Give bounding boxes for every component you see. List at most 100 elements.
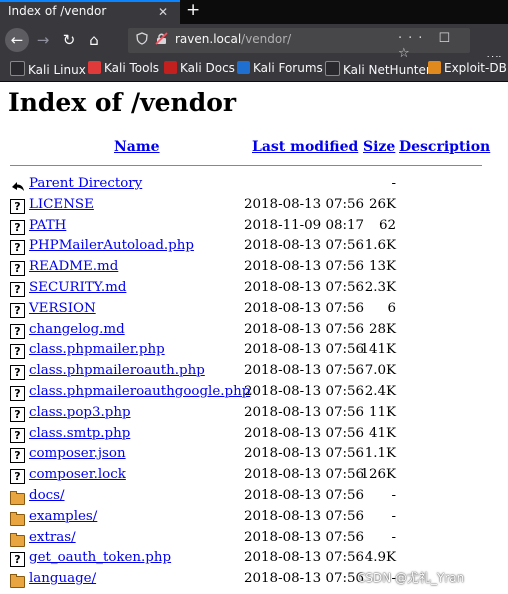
url-host: raven.local (175, 32, 242, 46)
unknown-file-icon: ? (10, 552, 25, 568)
column-header-name[interactable]: Name (114, 139, 160, 155)
table-row: ? LICENSE 2018-08-13 07:56 26K (0, 196, 508, 217)
size-cell: 11K (368, 404, 396, 420)
size-cell: - (391, 529, 396, 545)
file-link[interactable]: PHPMailerAutoload.php (29, 238, 194, 253)
file-link[interactable]: README.md (29, 259, 118, 274)
size-cell: 4.9K (364, 550, 396, 566)
size-cell: 13K (368, 259, 396, 275)
folder-link[interactable]: language/ (29, 571, 96, 586)
size-cell: - (391, 508, 396, 524)
last-modified-cell: 2018-08-13 07:56 (244, 529, 365, 545)
file-link[interactable]: changelog.md (29, 322, 125, 337)
home-button[interactable]: ⌂ (83, 29, 105, 51)
size-cell: 2.3K (364, 280, 396, 295)
tab-active[interactable]: Index of /vendor ✕ (0, 0, 180, 24)
unknown-file-icon: ? (10, 240, 25, 256)
last-modified-cell: 2018-08-13 07:56 (244, 363, 365, 379)
bookmark-kali-docs[interactable]: Kali Docs (164, 61, 235, 75)
file-link[interactable]: composer.lock (29, 467, 126, 482)
unknown-file-icon: ? (10, 323, 25, 339)
kali-nethunter-icon (325, 61, 340, 76)
file-link[interactable]: SECURITY.md (29, 280, 126, 295)
column-header-size[interactable]: Size (363, 139, 395, 155)
bookmarks-toolbar: Kali Linux Kali Tools Kali Docs Kali For… (0, 57, 508, 82)
table-row: ? PATH 2018-11-09 08:17 62 (0, 217, 508, 238)
unknown-file-icon: ? (10, 386, 25, 401)
unknown-file-icon: ? (10, 344, 25, 360)
file-link[interactable]: class.phpmaileroauth.php (29, 363, 205, 378)
unknown-file-icon: ? (10, 427, 25, 443)
file-link[interactable]: class.phpmaileroauthgoogle.php (29, 384, 250, 399)
file-link[interactable]: get_oauth_token.php (29, 550, 171, 565)
size-cell: - (391, 488, 396, 503)
bookmark-kali-nethunter[interactable]: Kali NetHunter (325, 61, 431, 77)
folder-link[interactable]: extras/ (29, 530, 76, 545)
unknown-file-icon: ? (10, 282, 25, 297)
table-row: ? class.smtp.php 2018-08-13 07:56 41K (0, 425, 508, 446)
size-cell: 2.4K (364, 384, 396, 399)
shield-icon[interactable] (136, 32, 148, 48)
bookmark-kali-forums[interactable]: Kali Forums (237, 61, 323, 75)
url-path: /vendor/ (241, 32, 292, 46)
table-row: ? SECURITY.md 2018-08-13 07:56 2.3K (0, 279, 508, 300)
size-cell: 28K (368, 321, 396, 337)
insecure-lock-icon[interactable] (155, 32, 168, 48)
last-modified-cell: 2018-08-13 07:56 (244, 488, 365, 503)
header-divider (10, 165, 482, 166)
unknown-file-icon: ? (10, 448, 25, 464)
last-modified-cell: 2018-08-13 07:56 (244, 321, 365, 337)
page-content: Index of /vendor Name Last modified Size… (0, 82, 508, 594)
folder-link[interactable]: docs/ (29, 488, 65, 503)
bookmark-exploit-db[interactable]: Exploit-DB (428, 61, 507, 75)
file-link[interactable]: class.smtp.php (29, 426, 130, 441)
table-row: extras/2018-08-13 07:56 - (0, 529, 508, 550)
last-modified-cell: 2018-11-09 08:17 (244, 217, 365, 233)
size-cell: 26K (368, 196, 396, 212)
file-link[interactable]: PATH (29, 218, 66, 233)
url-text[interactable]: raven.local/vendor/ (175, 32, 291, 46)
bookmark-label: Exploit-DB (444, 61, 507, 75)
file-link[interactable]: VERSION (29, 301, 96, 316)
url-bar[interactable]: raven.local/vendor/ ··· ☐ ☆ (128, 28, 470, 61)
table-row: ? get_oauth_token.php 2018-08-13 07:56 4.9K (0, 549, 508, 570)
parent-directory-link[interactable]: Parent Directory (29, 176, 142, 191)
kali-docs-icon (164, 61, 177, 74)
size-cell: 41K (368, 425, 396, 441)
table-row: examples/2018-08-13 07:56 - (0, 508, 508, 529)
reload-button[interactable]: ↻ (58, 29, 80, 51)
unknown-file-icon: ? (10, 406, 25, 422)
size-cell: 126K (360, 467, 396, 483)
folder-icon (10, 491, 25, 505)
last-modified-cell: 2018-08-13 07:56 (244, 300, 365, 316)
last-modified-cell: 2018-08-13 07:56 (244, 342, 365, 358)
bookmark-kali-tools[interactable]: Kali Tools (88, 61, 159, 75)
table-row: ? composer.lock 2018-08-13 07:56 126K (0, 466, 508, 487)
last-modified-cell: 2018-08-13 07:56 (244, 259, 365, 275)
new-tab-button[interactable]: + (186, 0, 200, 20)
last-modified-cell: 2018-08-13 07:56 (244, 384, 365, 399)
column-header-last-modified[interactable]: Last modified (252, 139, 358, 155)
folder-link[interactable]: examples/ (29, 509, 97, 524)
folder-icon (10, 574, 25, 589)
unknown-file-icon: ? (10, 198, 25, 214)
file-link[interactable]: class.phpmailer.php (29, 342, 165, 357)
table-row: ? class.pop3.php 2018-08-13 07:56 11K (0, 404, 508, 425)
bookmark-kali-linux[interactable]: Kali Linux (10, 61, 86, 77)
file-link[interactable]: class.pop3.php (29, 405, 131, 420)
size-cell: 7.0K (364, 363, 396, 379)
last-modified-cell: 2018-08-13 07:56 (244, 550, 365, 566)
column-header-description[interactable]: Description (399, 139, 490, 155)
parent-directory-icon (10, 178, 25, 193)
forward-button[interactable]: → (32, 29, 54, 51)
file-link[interactable]: composer.json (29, 446, 126, 461)
tab-close-icon[interactable]: ✕ (158, 5, 168, 19)
folder-icon (10, 511, 25, 526)
last-modified-cell: 2018-08-13 07:56 (244, 404, 365, 420)
last-modified-cell: 2018-08-13 07:56 (244, 238, 365, 254)
table-row: ? VERSION 2018-08-13 07:56 6 (0, 300, 508, 321)
back-button[interactable]: ← (5, 28, 29, 52)
file-link[interactable]: LICENSE (29, 197, 94, 212)
folder-icon (10, 532, 25, 547)
tab-strip: Index of /vendor ✕ + (0, 0, 508, 24)
